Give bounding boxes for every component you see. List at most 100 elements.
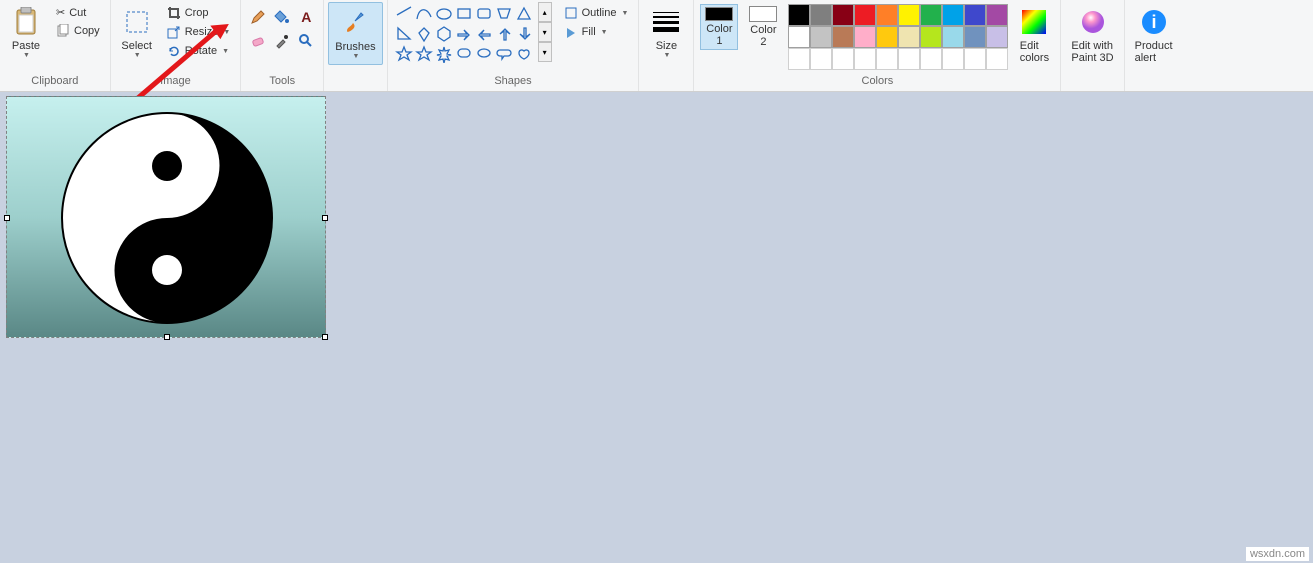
- alert-label: Product alert: [1135, 40, 1173, 64]
- shape-item[interactable]: [454, 4, 474, 24]
- shape-item[interactable]: [434, 44, 454, 64]
- color-swatch[interactable]: [788, 26, 810, 48]
- custom-color-slot[interactable]: [898, 48, 920, 70]
- paint3d-label: Edit with Paint 3D: [1071, 40, 1113, 64]
- paste-button[interactable]: Paste ▼: [4, 2, 48, 63]
- watermark: wsxdn.com: [1246, 547, 1309, 561]
- custom-color-slot[interactable]: [920, 48, 942, 70]
- color-swatch[interactable]: [942, 26, 964, 48]
- color-swatch[interactable]: [986, 26, 1008, 48]
- canvas-image[interactable]: [6, 96, 326, 338]
- shape-item[interactable]: [494, 44, 514, 64]
- color-swatch[interactable]: [898, 26, 920, 48]
- shapes-expand[interactable]: ▾: [538, 42, 552, 62]
- color-picker-tool[interactable]: [271, 30, 293, 52]
- shapes-scroll-down[interactable]: ▾: [538, 22, 552, 42]
- fill-button[interactable]: Fill▼: [560, 23, 633, 41]
- color-swatch[interactable]: [964, 4, 986, 26]
- edit-colors-button[interactable]: Edit colors: [1012, 2, 1056, 68]
- color-swatch[interactable]: [810, 4, 832, 26]
- color-swatch[interactable]: [810, 26, 832, 48]
- shape-item[interactable]: [514, 24, 534, 44]
- shape-item[interactable]: [474, 44, 494, 64]
- resize-handle-right[interactable]: [322, 215, 328, 221]
- custom-color-slot[interactable]: [788, 48, 810, 70]
- color-swatch[interactable]: [964, 26, 986, 48]
- color-swatch[interactable]: [854, 4, 876, 26]
- shape-item[interactable]: [494, 24, 514, 44]
- color-swatch[interactable]: [920, 26, 942, 48]
- edit-paint3d-button[interactable]: Edit with Paint 3D: [1065, 2, 1119, 68]
- group-tools: A Tools: [241, 0, 324, 91]
- size-button[interactable]: Size ▼: [643, 2, 689, 63]
- dropdown-icon: ▼: [23, 52, 30, 59]
- resize-handle-bottom[interactable]: [164, 334, 170, 340]
- cut-button[interactable]: ✂ Cut: [52, 4, 104, 21]
- color2-button[interactable]: Color 2: [744, 4, 782, 50]
- pencil-tool[interactable]: [247, 6, 269, 28]
- paint3d-icon: [1077, 6, 1109, 38]
- color-swatch[interactable]: [854, 26, 876, 48]
- outline-label: Outline: [582, 7, 617, 19]
- custom-color-slot[interactable]: [832, 48, 854, 70]
- custom-color-slot[interactable]: [810, 48, 832, 70]
- shape-item[interactable]: [494, 4, 514, 24]
- resize-label: Resize: [185, 26, 219, 38]
- shape-item[interactable]: [454, 44, 474, 64]
- shape-item[interactable]: [474, 4, 494, 24]
- custom-color-slot[interactable]: [876, 48, 898, 70]
- color1-button[interactable]: Color 1: [700, 4, 738, 50]
- copy-button[interactable]: Copy: [52, 22, 104, 40]
- shape-item[interactable]: [474, 24, 494, 44]
- color-swatch[interactable]: [986, 4, 1008, 26]
- shape-item[interactable]: [414, 4, 434, 24]
- shape-item[interactable]: [414, 44, 434, 64]
- shape-item[interactable]: [394, 44, 414, 64]
- product-alert-button[interactable]: i Product alert: [1129, 2, 1179, 68]
- shape-item[interactable]: [434, 24, 454, 44]
- outline-button[interactable]: Outline▼: [560, 4, 633, 22]
- color-swatch[interactable]: [898, 4, 920, 26]
- fill-tool[interactable]: [271, 6, 293, 28]
- fill-label: Fill: [582, 26, 596, 38]
- crop-label: Crop: [185, 7, 209, 19]
- color-swatch[interactable]: [832, 26, 854, 48]
- shape-item[interactable]: [414, 24, 434, 44]
- shape-item[interactable]: [514, 44, 534, 64]
- shape-item[interactable]: [514, 4, 534, 24]
- custom-color-slot[interactable]: [986, 48, 1008, 70]
- rotate-button[interactable]: Rotate▼: [163, 42, 235, 60]
- custom-color-slot[interactable]: [964, 48, 986, 70]
- crop-button[interactable]: Crop: [163, 4, 235, 22]
- custom-color-slot[interactable]: [854, 48, 876, 70]
- select-button[interactable]: Select ▼: [115, 2, 159, 63]
- shape-item[interactable]: [394, 24, 414, 44]
- magnifier-tool[interactable]: [295, 30, 317, 52]
- resize-button[interactable]: Resize▼: [163, 23, 235, 41]
- custom-color-slot[interactable]: [942, 48, 964, 70]
- shapes-scroll-up[interactable]: ▴: [538, 2, 552, 22]
- group-label-clipboard: Clipboard: [31, 73, 78, 89]
- dropdown-icon: ▼: [352, 53, 359, 60]
- eraser-tool[interactable]: [247, 30, 269, 52]
- color-swatch[interactable]: [832, 4, 854, 26]
- rotate-icon: [167, 44, 181, 58]
- group-colors: Color 1 Color 2 Edit colors Colors: [694, 0, 1061, 91]
- shape-item[interactable]: [394, 4, 414, 24]
- shape-item[interactable]: [454, 24, 474, 44]
- shapes-gallery[interactable]: [392, 2, 536, 66]
- crop-icon: [167, 6, 181, 20]
- group-label-colors: Colors: [862, 73, 894, 89]
- shape-item[interactable]: [434, 4, 454, 24]
- brushes-button[interactable]: Brushes ▼: [328, 2, 382, 65]
- color-swatch[interactable]: [788, 4, 810, 26]
- color-swatch[interactable]: [876, 26, 898, 48]
- color-swatch[interactable]: [920, 4, 942, 26]
- resize-handle-corner[interactable]: [322, 334, 328, 340]
- resize-handle-left[interactable]: [4, 215, 10, 221]
- color-swatch[interactable]: [942, 4, 964, 26]
- group-alert: i Product alert: [1125, 0, 1183, 91]
- canvas-area[interactable]: [6, 96, 326, 338]
- color-swatch[interactable]: [876, 4, 898, 26]
- text-tool[interactable]: A: [295, 6, 317, 28]
